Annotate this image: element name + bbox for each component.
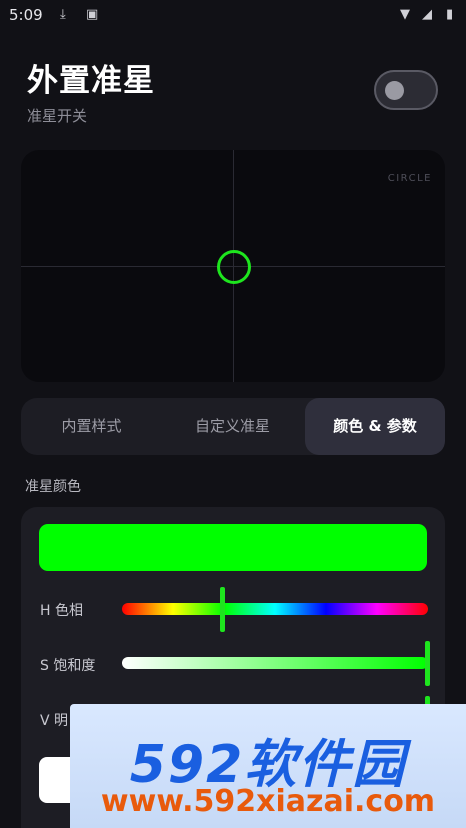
watermark-url: www.592xiazai.com — [100, 784, 436, 819]
saturation-label: S 饱和度 — [40, 658, 96, 674]
watermark-overlay: 592软件园 www.592xiazai.com — [70, 704, 466, 828]
signal-icon: ◢ — [422, 7, 432, 22]
status-bar: 5:09 ⤓ ▣ ▼ ◢ ▮ — [0, 0, 466, 32]
crosshair-preview: CIRCLE — [21, 150, 445, 382]
page-subtitle: 准星开关 — [27, 107, 88, 125]
notification-icon: ▣ — [86, 7, 99, 22]
section-label-crosshair-color: 准星颜色 — [25, 479, 81, 495]
toggle-knob — [385, 81, 404, 100]
saturation-slider-thumb[interactable] — [425, 641, 430, 686]
preview-mode-label: CIRCLE — [387, 173, 432, 184]
saturation-slider-track[interactable] — [122, 657, 428, 669]
page-title: 外置准星 — [27, 63, 155, 99]
color-swatch — [39, 524, 427, 571]
download-icon: ⤓ — [60, 7, 66, 22]
hue-label: H 色相 — [40, 603, 83, 619]
status-time: 5:09 — [9, 6, 43, 24]
tab-custom-crosshair[interactable]: 自定义准星 — [162, 398, 303, 455]
value-label: V 明 — [40, 713, 69, 729]
tab-color-params[interactable]: 颜色 & 参数 — [305, 398, 445, 455]
battery-icon: ▮ — [446, 7, 454, 22]
hue-slider-track[interactable] — [122, 603, 428, 615]
wifi-icon: ▼ — [400, 7, 410, 22]
crosshair-toggle[interactable] — [374, 70, 438, 110]
tab-builtin-styles[interactable]: 内置样式 — [21, 398, 162, 455]
circle-reticle — [217, 250, 251, 284]
hue-slider-thumb[interactable] — [220, 587, 225, 632]
tab-bar: 内置样式 自定义准星 颜色 & 参数 — [21, 398, 445, 455]
